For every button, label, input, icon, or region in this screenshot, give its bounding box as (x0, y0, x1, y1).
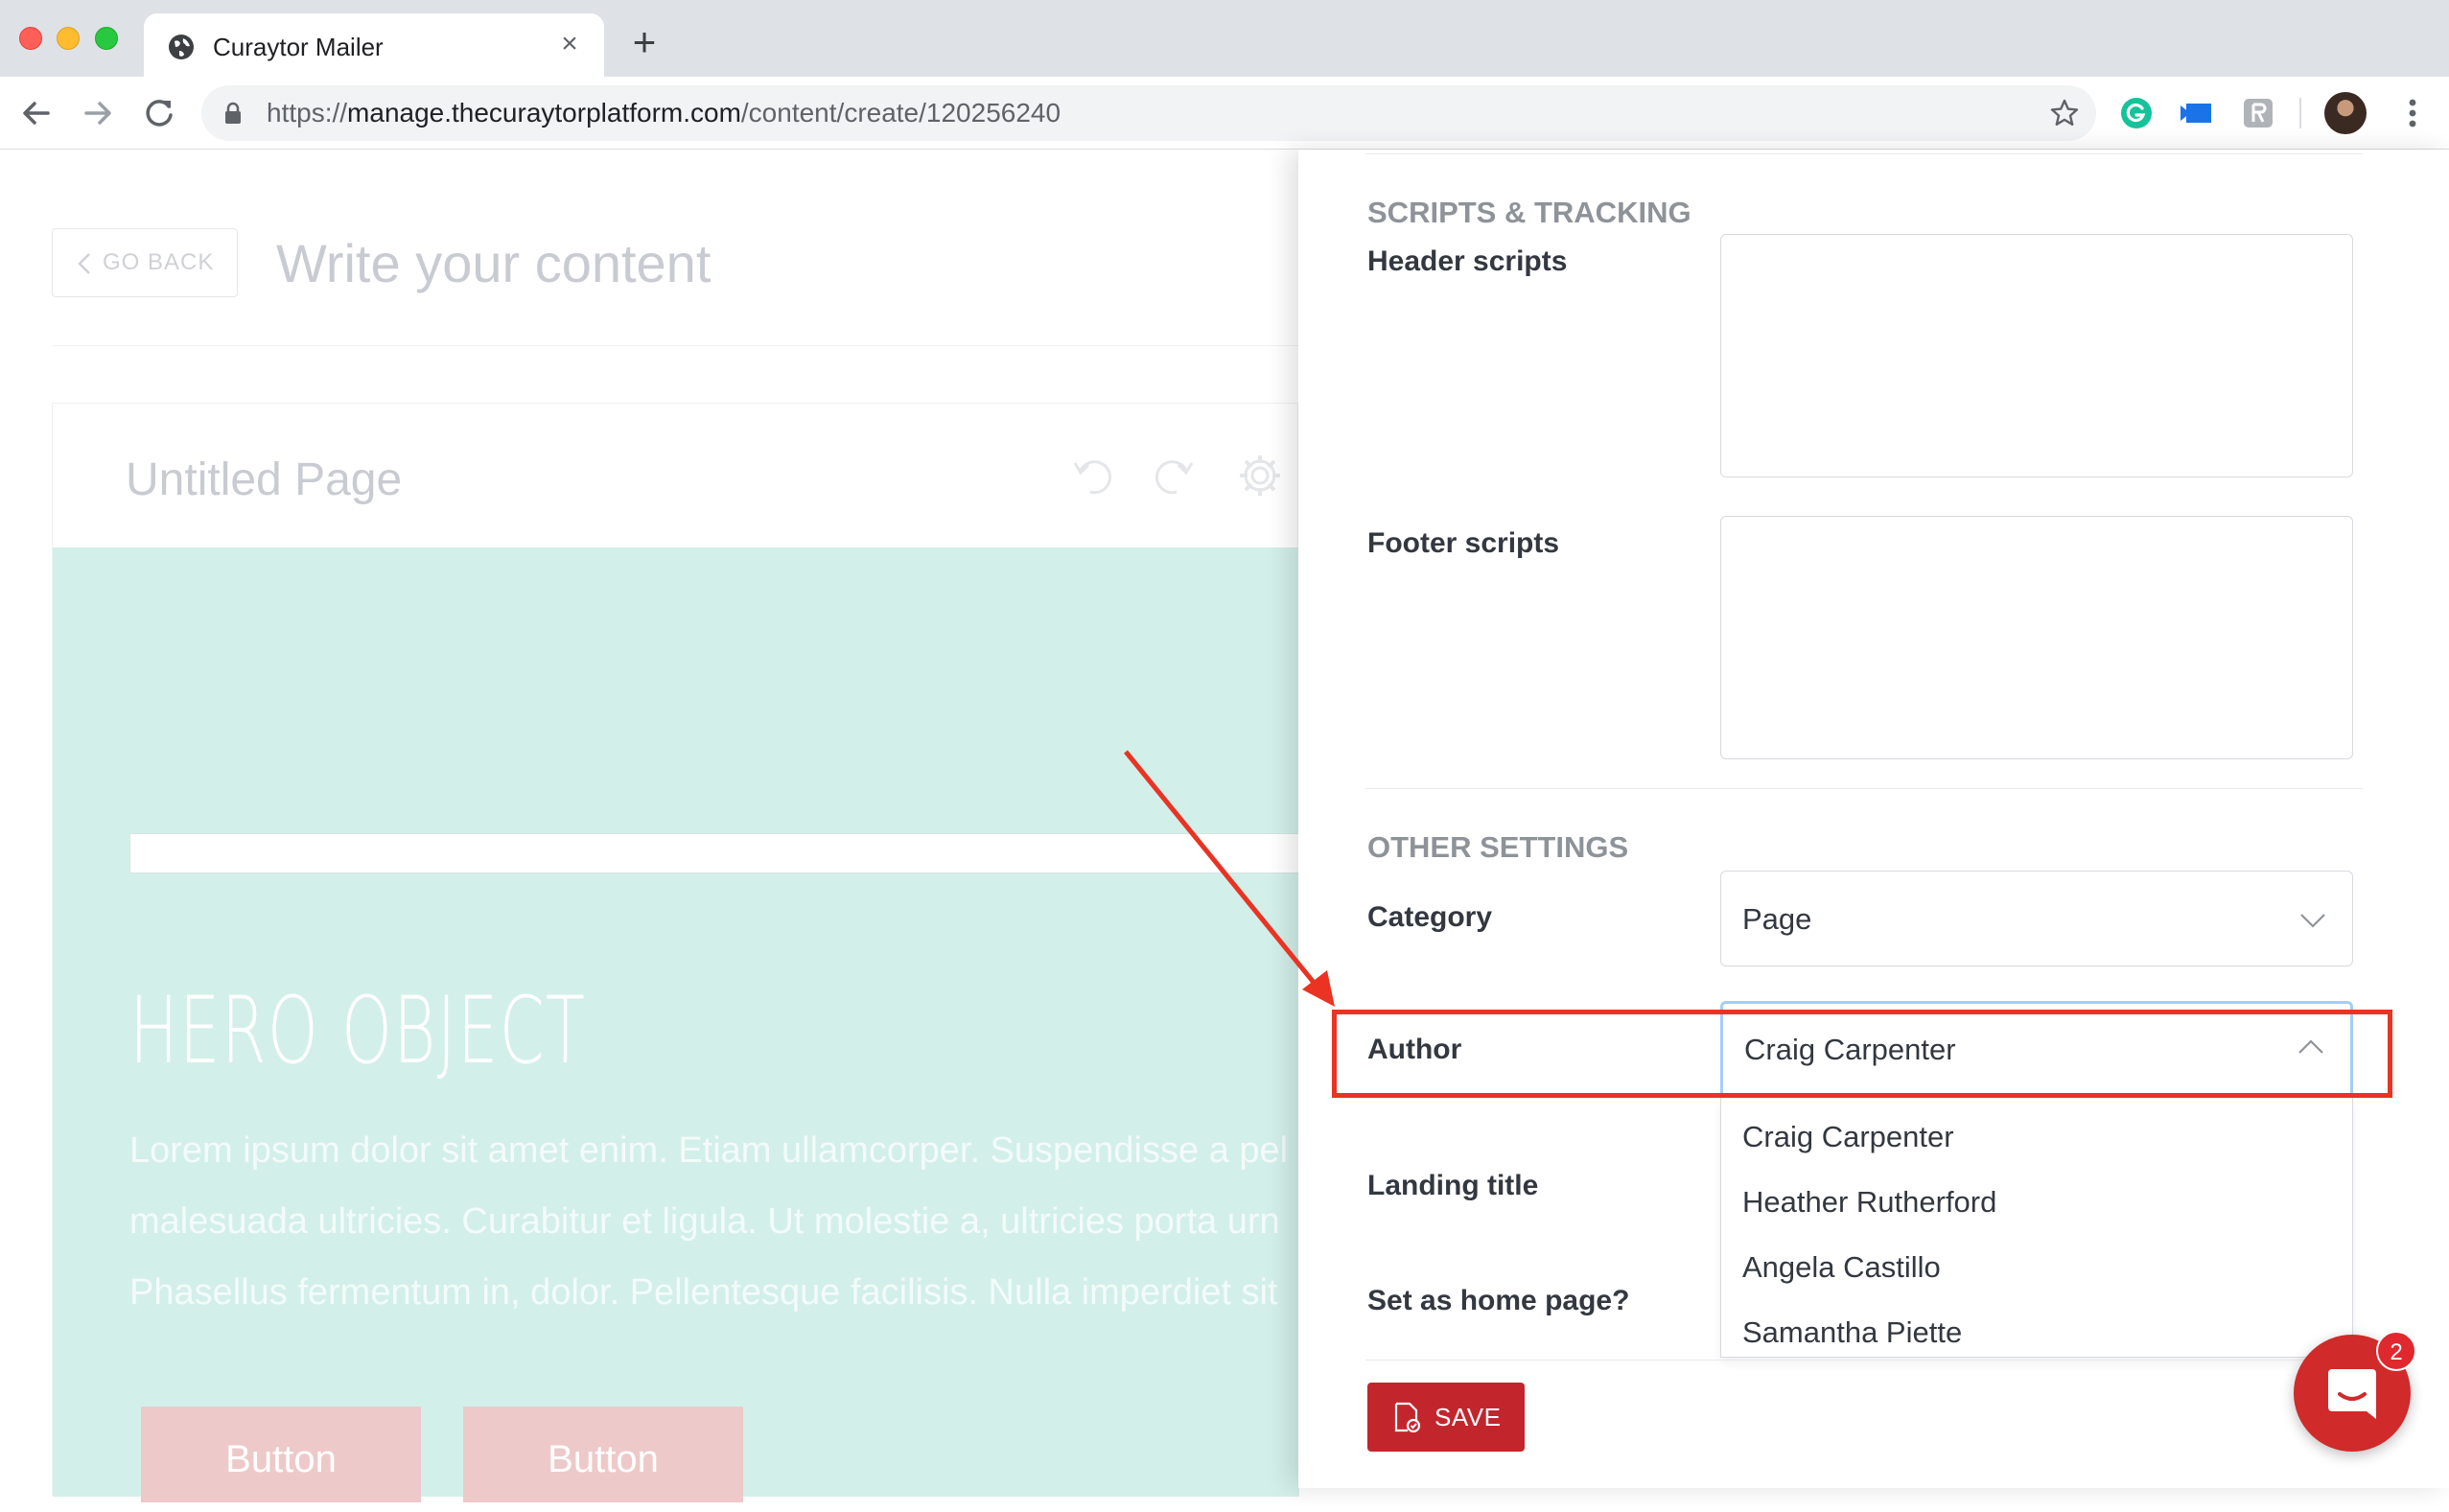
footer-scripts-textarea[interactable] (1720, 516, 2353, 759)
new-tab-button[interactable]: + (625, 22, 664, 62)
category-value: Page (1742, 902, 1812, 936)
chevron-down-icon (2300, 914, 2325, 928)
window-minimize-button[interactable] (57, 27, 80, 50)
gear-icon[interactable] (1236, 452, 1284, 500)
hero-button-1[interactable]: Button (141, 1407, 421, 1502)
save-button[interactable]: SAVE (1367, 1383, 1525, 1452)
reload-icon[interactable] (138, 92, 180, 134)
scripts-section-title: SCRIPTS & TRACKING (1367, 196, 1691, 229)
hero-section: HERO OBJECT Lorem ipsum dolor sit amet e… (53, 547, 1309, 1502)
category-select[interactable]: Page (1720, 871, 2353, 966)
go-back-button[interactable]: GO BACK (52, 228, 238, 297)
profile-avatar[interactable] (2324, 92, 2367, 134)
editor-page-title[interactable]: Untitled Page (126, 454, 402, 506)
address-bar[interactable]: https://manage.thecuraytorplatform.com/c… (201, 85, 2096, 141)
heading-divider (52, 345, 1298, 346)
home-page-label: Set as home page? (1367, 1285, 1630, 1316)
tab-title: Curaytor Mailer (213, 33, 384, 61)
hero-button-2[interactable]: Button (463, 1407, 743, 1502)
notification-badge: 2 (2376, 1331, 2416, 1371)
url-text: https://manage.thecuraytorplatform.com/c… (267, 98, 1061, 128)
browser-tab[interactable]: Curaytor Mailer × (144, 13, 604, 77)
hero-paragraph-line: malesuada ultricies. Curabitur et ligula… (129, 1201, 1280, 1242)
settings-panel: SCRIPTS & TRACKING Header scripts Footer… (1298, 150, 2449, 1488)
header-scripts-label: Header scripts (1367, 245, 1568, 277)
redo-icon[interactable] (1150, 452, 1198, 500)
content-editor: Untitled Page HERO OBJECT Lorem ipsum do… (52, 403, 1309, 1502)
grammarly-extension-icon[interactable] (2119, 96, 2154, 130)
save-document-icon (1394, 1402, 1421, 1432)
other-settings-section-title: OTHER SETTINGS (1367, 830, 1629, 864)
hero-title: HERO OBJECT (129, 977, 587, 1084)
browser-toolbar: https://manage.thecuraytorplatform.com/c… (0, 77, 2449, 150)
go-back-label: GO BACK (103, 249, 215, 275)
author-option[interactable]: Angela Castillo (1742, 1250, 1941, 1285)
hero-text-input[interactable] (129, 833, 1309, 873)
forward-arrow-icon[interactable] (77, 92, 119, 134)
kebab-menu-icon[interactable] (2393, 92, 2432, 134)
window-maximize-button[interactable] (95, 27, 118, 50)
bookmark-star-icon[interactable] (2048, 97, 2081, 129)
chevron-left-icon (78, 253, 90, 274)
globe-icon (169, 35, 194, 59)
annotation-highlight-box (1332, 1010, 2392, 1098)
landing-title-label: Landing title (1367, 1170, 1539, 1201)
hero-paragraph-line: Lorem ipsum dolor sit amet enim. Etiam u… (129, 1130, 1289, 1171)
panel-divider (1365, 153, 2363, 154)
chat-icon (2328, 1369, 2376, 1419)
undo-icon[interactable] (1069, 452, 1117, 500)
footer-divider (1365, 1360, 2363, 1361)
toolbar-divider (2299, 98, 2301, 128)
section-divider (1365, 788, 2363, 789)
footer-scripts-label: Footer scripts (1367, 527, 1560, 559)
author-option[interactable]: Heather Rutherford (1742, 1185, 1996, 1220)
window-close-button[interactable] (19, 27, 42, 50)
back-arrow-icon[interactable] (15, 92, 58, 134)
author-option[interactable]: Samantha Piette (1742, 1315, 1962, 1350)
lock-icon (225, 102, 241, 124)
category-label: Category (1367, 901, 1493, 933)
save-label: SAVE (1434, 1403, 1502, 1431)
close-tab-icon[interactable]: × (554, 29, 585, 59)
author-dropdown-list: Craig Carpenter Heather Rutherford Angel… (1720, 1097, 2353, 1358)
header-scripts-textarea[interactable] (1720, 234, 2353, 477)
screen-share-extension-icon[interactable] (2179, 96, 2213, 130)
author-option[interactable]: Craig Carpenter (1742, 1120, 1954, 1154)
extension-puzzle-icon[interactable] (2241, 96, 2275, 130)
page-title: Write your content (276, 233, 711, 293)
browser-tab-strip: Curaytor Mailer × + (0, 0, 2449, 77)
hero-paragraph-line: Phasellus fermentum in, dolor. Pellentes… (129, 1272, 1278, 1313)
